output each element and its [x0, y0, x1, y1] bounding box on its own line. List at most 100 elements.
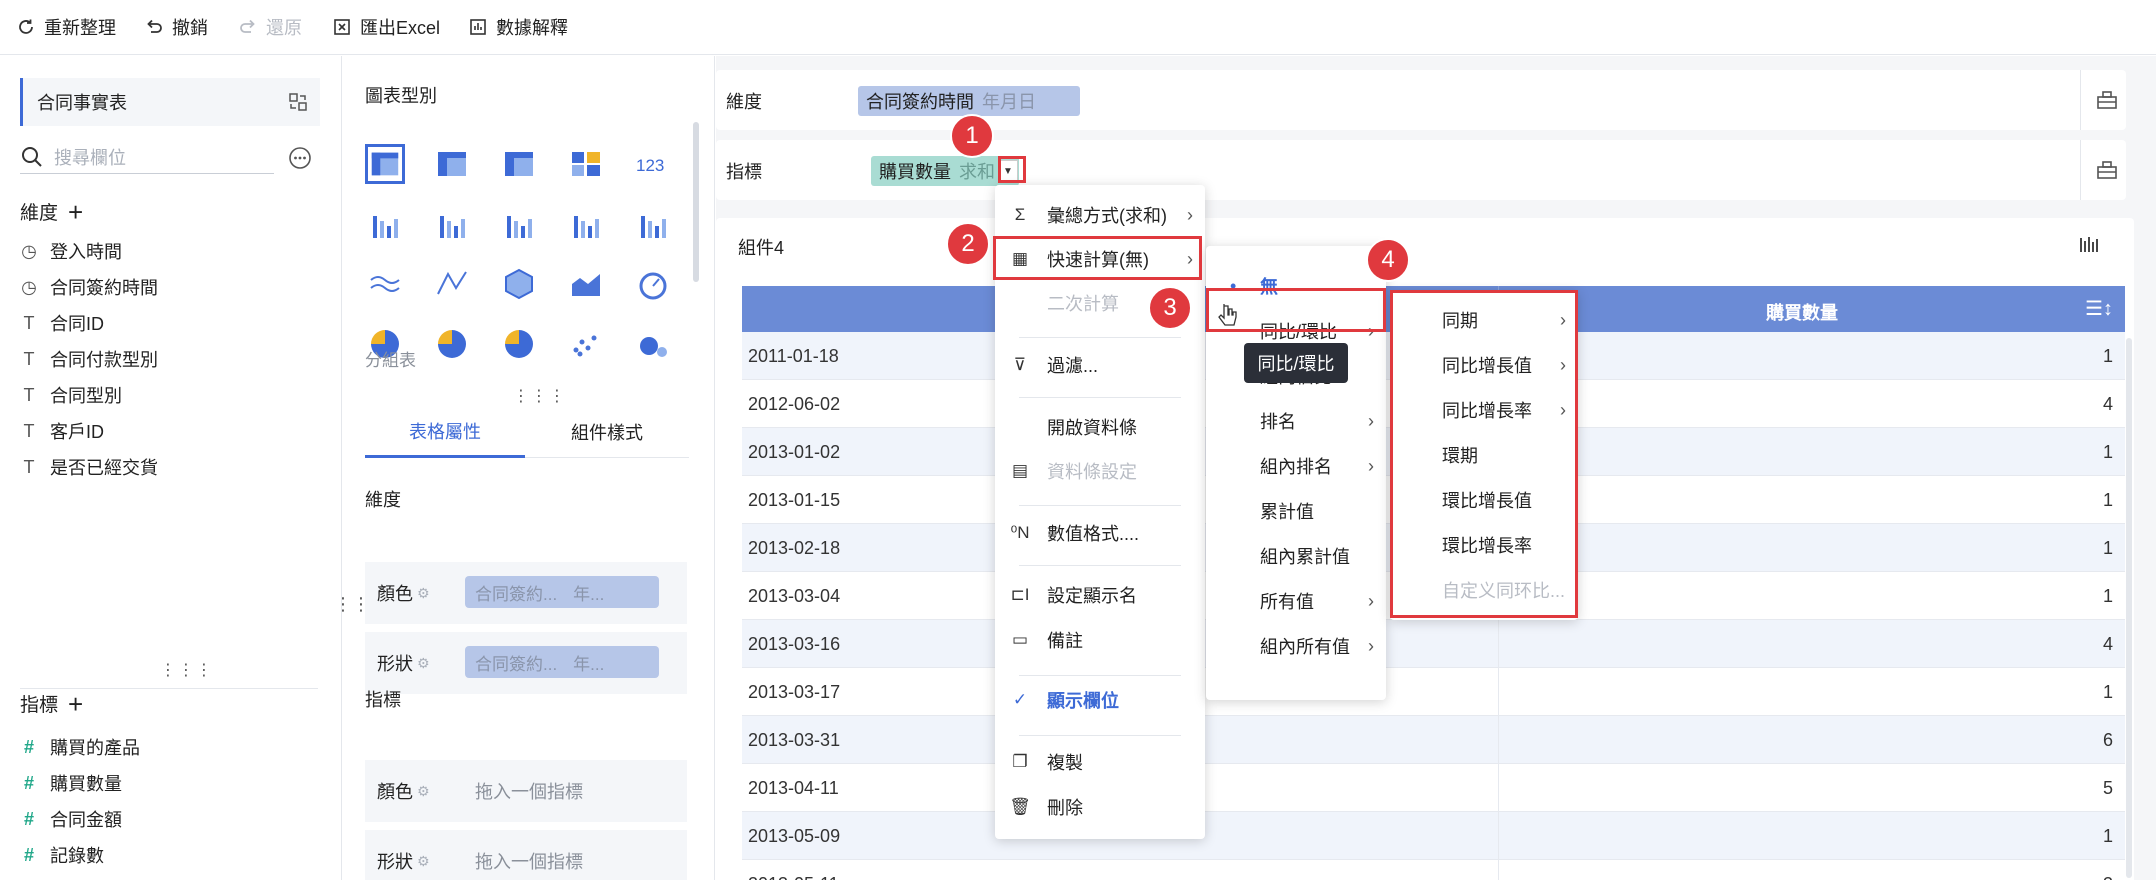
line-chart-icon[interactable]: [365, 264, 405, 304]
undo-button[interactable]: 撤銷: [144, 14, 208, 40]
group-table-icon[interactable]: [365, 144, 405, 184]
data-explain-button[interactable]: 數據解釋: [468, 14, 568, 40]
dimension-field[interactable]: T 客戶ID: [20, 416, 105, 446]
panel-resize-handle-icon[interactable]: ⋮⋮: [334, 594, 370, 615]
table-row[interactable]: 2013-05-09 1: [742, 812, 2125, 860]
export-excel-button[interactable]: 匯出Excel: [332, 14, 440, 40]
menu-item[interactable]: ⊽ 過濾...: [995, 345, 1205, 385]
grouped-bar-icon[interactable]: [365, 204, 405, 244]
metric-pill[interactable]: 購買數量 求和: [871, 156, 1019, 186]
dimension-header: 維度 +: [20, 198, 83, 225]
metric-field[interactable]: # 記錄數: [20, 840, 104, 870]
dimension-field[interactable]: ◷ 合同簽約時間: [20, 272, 158, 302]
add-dimension-icon[interactable]: +: [68, 199, 83, 225]
menu-item[interactable]: 🗑 刪除: [995, 787, 1205, 827]
toolbar: 重新整理 撤銷 還原 匯出Excel 數據解釋: [0, 0, 2156, 55]
bubble-icon[interactable]: [633, 324, 673, 364]
resize-handle-icon[interactable]: ⋮⋮⋮: [160, 660, 214, 680]
text-icon: T: [23, 420, 35, 441]
polygon-icon[interactable]: [499, 264, 539, 304]
table-row[interactable]: 2013-03-17 1: [742, 668, 2125, 716]
table-row[interactable]: 2013-03-16 4: [742, 620, 2125, 668]
date-cell: 2012-06-02: [748, 394, 841, 414]
shelf-settings-icon[interactable]: [2096, 90, 2118, 110]
rose-chart-icon[interactable]: [432, 324, 472, 364]
dim-shape-pill-sub: 年...: [573, 654, 605, 674]
met-color-row[interactable]: 顏色 ⚙ 拖入一個指標: [365, 760, 687, 822]
menu-item[interactable]: ⊏I 設定顯示名: [995, 575, 1205, 615]
header-metric[interactable]: 購買數量: [1766, 299, 1838, 325]
horizontal-bar-icon[interactable]: [566, 204, 606, 244]
kpi-card-icon[interactable]: [566, 144, 606, 184]
menu-item[interactable]: ❐ 複製: [995, 742, 1205, 782]
menu-item[interactable]: ▤ 資料條設定: [995, 451, 1205, 491]
table-row[interactable]: 2013-03-31 6: [742, 716, 2125, 764]
gauge-icon[interactable]: [633, 264, 673, 304]
more-options-icon[interactable]: [288, 146, 312, 170]
dimension-field[interactable]: T 合同付款型別: [20, 344, 159, 374]
menu-item[interactable]: ▭ 備註: [995, 620, 1205, 660]
table-row[interactable]: 2013-05-11 3: [742, 860, 2125, 880]
table-selector[interactable]: 合同事實表: [20, 78, 320, 126]
submenu-item[interactable]: 所有值 ›: [1206, 581, 1386, 621]
dimension-pill[interactable]: 合同簽約時間 年月日: [858, 86, 1080, 116]
submenu-item[interactable]: 組內累計值: [1206, 536, 1386, 576]
tab-table-props[interactable]: 表格屬性: [365, 406, 525, 458]
dim-color-pill[interactable]: 合同簽約... 年...: [465, 576, 659, 608]
dimension-field-label: 是否已經交貨: [50, 458, 158, 478]
menu-item[interactable]: ✓ 顯示欄位: [995, 680, 1205, 720]
stacked-bar-icon[interactable]: [432, 204, 472, 244]
dimension-pill-text: 合同簽約時間: [866, 92, 974, 112]
metric-field[interactable]: # 購買的產品: [20, 732, 140, 762]
shelf-settings-icon[interactable]: [2096, 160, 2118, 180]
submenu-item[interactable]: 排名 ›: [1206, 401, 1386, 441]
table-row[interactable]: 2013-04-11 5: [742, 764, 2125, 812]
add-metric-icon[interactable]: +: [68, 691, 83, 717]
redo-button[interactable]: 還原: [238, 14, 302, 40]
metric-field[interactable]: # 購買數量: [20, 768, 122, 798]
submenu-item[interactable]: 累計值: [1206, 491, 1386, 531]
date-cell: 2013-03-16: [748, 634, 841, 654]
detail-table-icon[interactable]: [499, 144, 539, 184]
divider: [1019, 565, 1181, 566]
scatter-icon[interactable]: [566, 324, 606, 364]
field-context-menu: Σ 彙總方式(求和) › ▦ 快速計算(無) › 二次計算 ⊽ 過濾... 開啟資料條 ▤ 資料條設定…: [995, 185, 1205, 839]
menu-item[interactable]: 開啟資料條: [995, 407, 1205, 447]
sort-icon[interactable]: ☰↕: [2085, 296, 2113, 321]
submenu-item[interactable]: 組內所有值 ›: [1206, 626, 1386, 666]
chart-toggle-icon[interactable]: [2078, 234, 2100, 256]
area-chart-icon[interactable]: [566, 264, 606, 304]
bar-chart-icon[interactable]: [499, 204, 539, 244]
table-scrollbar[interactable]: [2126, 338, 2132, 878]
dimension-field[interactable]: T 合同ID: [20, 308, 105, 338]
dimension-field[interactable]: T 合同型別: [20, 380, 123, 410]
metric-field[interactable]: # 合同金額: [20, 804, 122, 834]
waterfall-icon[interactable]: [633, 204, 673, 244]
dimension-field[interactable]: ◷ 登入時間: [20, 236, 122, 266]
dim-shape-row[interactable]: 形狀 ⚙ 合同簽約... 年...: [365, 632, 687, 694]
number-icon[interactable]: 123: [633, 144, 673, 184]
search-field[interactable]: 搜尋欄位: [20, 140, 274, 174]
submenu-item[interactable]: 組內排名 ›: [1206, 446, 1386, 486]
dim-color-row[interactable]: 顏色 ⚙ 合同簽約... 年...: [365, 562, 687, 624]
divider: [1019, 735, 1181, 736]
menu-item[interactable]: ⁰N 數值格式....: [995, 513, 1205, 553]
highlight-dropdown: [998, 156, 1026, 183]
refresh-button[interactable]: 重新整理: [16, 14, 116, 40]
chart-grid-scrollbar[interactable]: [693, 122, 699, 282]
radar-icon[interactable]: [432, 264, 472, 304]
resize-handle-icon[interactable]: ⋮⋮⋮: [513, 386, 567, 406]
date-cell: 2013-03-04: [748, 586, 841, 606]
menu-item[interactable]: Σ 彙總方式(求和) ›: [995, 195, 1205, 235]
tab-component-style[interactable]: 組件樣式: [525, 406, 689, 458]
dim-color-label: 顏色: [377, 584, 413, 604]
met-shape-row[interactable]: 形狀 ⚙ 拖入一個指標: [365, 830, 687, 880]
switch-table-icon[interactable]: [288, 92, 308, 112]
cross-table-icon[interactable]: [432, 144, 472, 184]
chart-config-panel: 圖表型別 123 分組表 ⋮⋮⋮ 表格屬性 組件樣式 維度 顏色 ⚙ 合同簽約.…: [343, 56, 715, 880]
chevron-right-icon: ›: [1368, 590, 1374, 611]
value-cell: 4: [2102, 394, 2113, 414]
donut-chart-icon[interactable]: [499, 324, 539, 364]
dimension-field[interactable]: T 是否已經交貨: [20, 452, 159, 482]
dim-shape-pill[interactable]: 合同簽約... 年...: [465, 646, 659, 678]
